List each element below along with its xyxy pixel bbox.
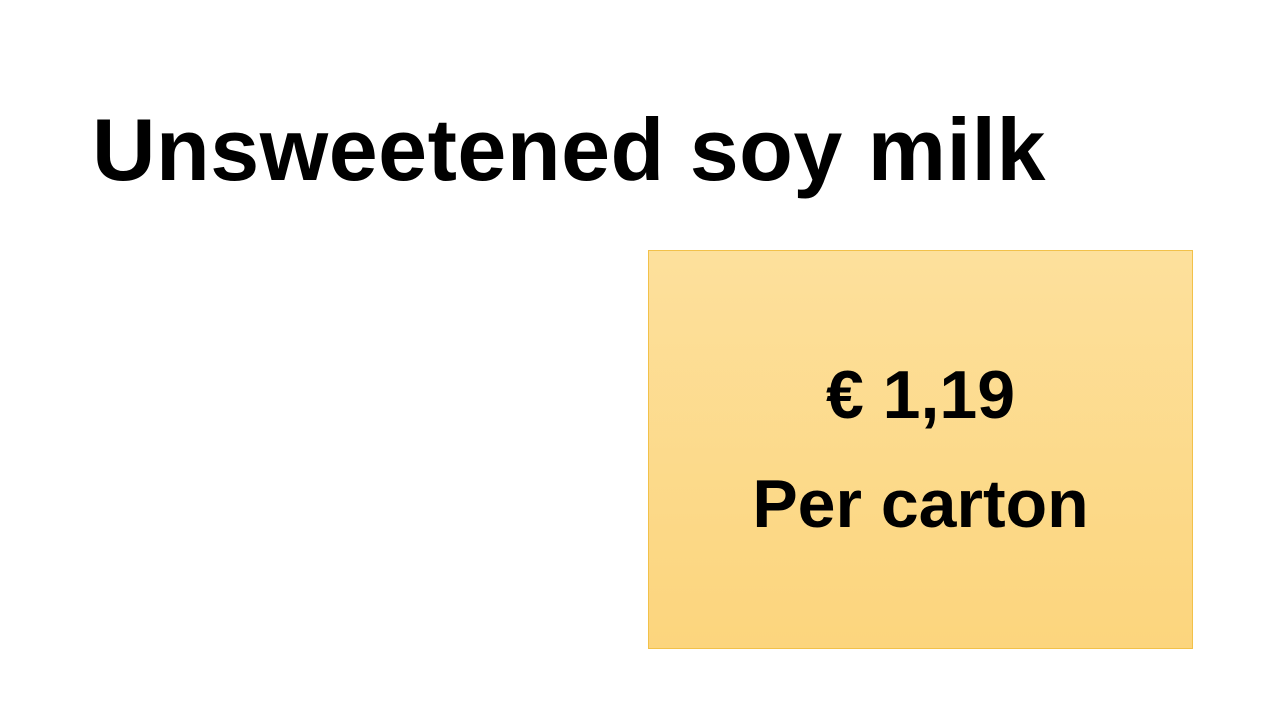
- price-unit: Per carton: [752, 465, 1089, 542]
- product-title: Unsweetened soy milk: [92, 100, 1046, 199]
- slide-canvas: Unsweetened soy milk € 1,19 Per carton: [0, 0, 1280, 720]
- price-box: € 1,19 Per carton: [648, 250, 1193, 649]
- price-value: € 1,19: [825, 356, 1016, 433]
